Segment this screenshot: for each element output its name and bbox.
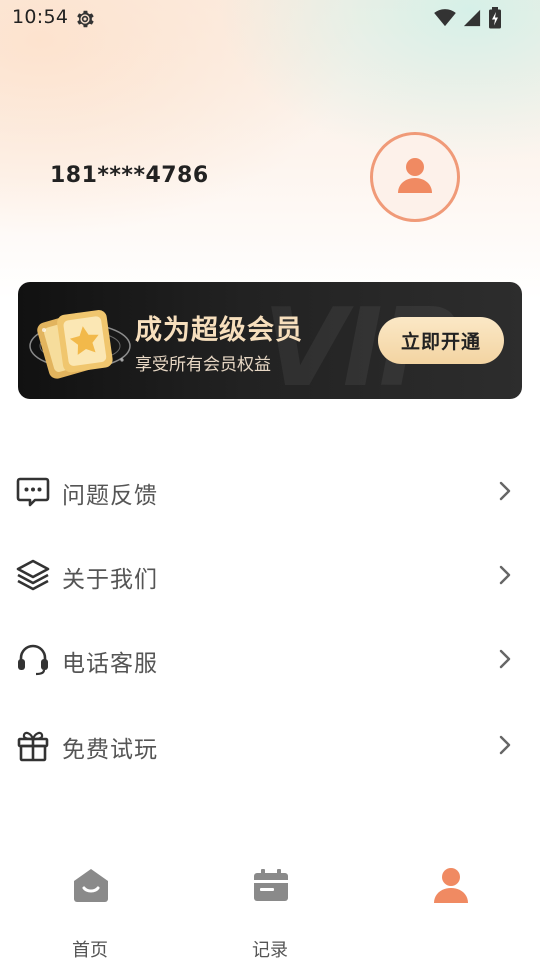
vip-card-star-icon [24,300,136,388]
status-bar: 10:54 [0,0,540,36]
layers-icon [16,558,50,592]
menu-item-label: 关于我们 [62,567,158,593]
avatar[interactable] [370,132,460,222]
bottom-tab-bar: 首页 记录 [0,852,540,961]
menu-item-about-us[interactable]: 关于我们 [0,532,540,616]
battery-charging-icon [488,7,502,33]
user-icon [432,866,470,906]
menu-item-feedback[interactable]: 问题反馈 [0,448,540,532]
user-phone-number: 181****4786 [50,163,209,188]
home-icon [72,866,110,906]
tab-label: 记录 [252,940,288,961]
menu-item-free-trial[interactable]: 免费试玩 [0,702,540,786]
user-avatar-icon [395,155,435,199]
status-icons [434,7,502,33]
tab-records[interactable]: 记录 [210,866,330,961]
chevron-right-icon [498,649,512,673]
header-background [0,0,540,300]
wifi-icon [434,9,456,31]
tab-label: 首页 [72,940,108,961]
headset-icon [16,642,50,676]
vip-subtitle: 享受所有会员权益 [135,355,271,375]
menu-item-customer-service[interactable]: 电话客服 [0,616,540,700]
chevron-right-icon [498,565,512,589]
vip-promo-card[interactable]: VIP 成为超级会员 享受所有会员权益 立即开通 [18,282,522,399]
tab-home[interactable]: 首页 [30,866,150,961]
calendar-icon [252,866,290,906]
feedback-message-icon [16,474,50,508]
tab-profile[interactable] [390,866,510,956]
chevron-right-icon [498,481,512,505]
menu-item-label: 电话客服 [62,651,158,677]
status-time: 10:54 [12,6,69,28]
menu-item-label: 免费试玩 [62,737,158,763]
open-vip-button[interactable]: 立即开通 [378,317,504,364]
settings-gear-icon [74,8,96,34]
chevron-right-icon [498,735,512,759]
vip-title: 成为超级会员 [135,315,303,346]
menu-item-label: 问题反馈 [62,483,158,509]
gift-icon [16,728,50,762]
cell-signal-icon [462,9,482,31]
